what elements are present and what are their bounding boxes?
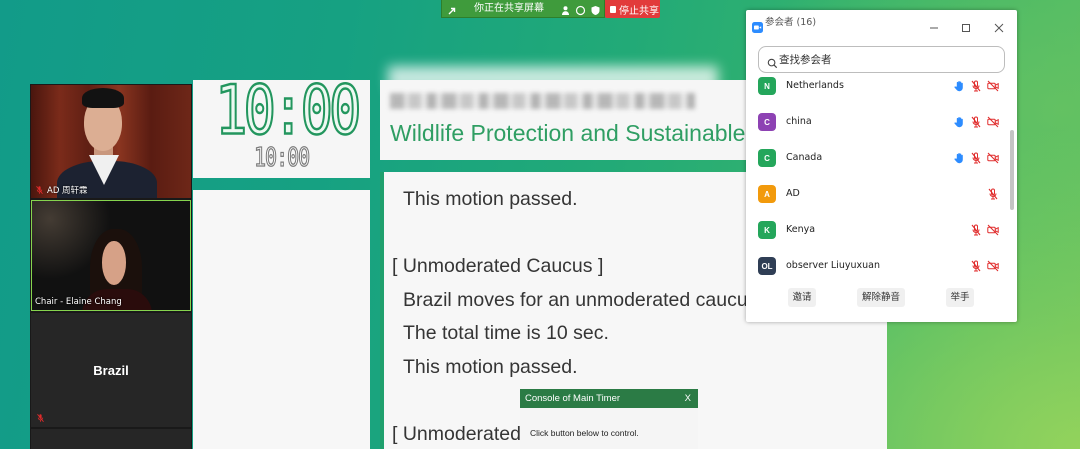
shield-icon[interactable] <box>590 3 601 15</box>
participant-status-icons <box>970 260 999 272</box>
share-icon[interactable] <box>447 3 458 15</box>
timer-main-display: 10:00 <box>214 80 363 150</box>
raised-hand-icon <box>953 80 965 92</box>
console-close-button[interactable]: X <box>685 389 691 408</box>
participant-name: china <box>786 116 812 127</box>
participant-status-icons <box>970 224 999 236</box>
participant-status-icons <box>953 152 999 164</box>
stop-share-button[interactable]: 停止共享 <box>605 0 660 18</box>
search-icon <box>767 54 778 73</box>
avatar: C <box>758 149 776 167</box>
raised-hand-icon <box>953 152 965 164</box>
console-hint-text: Click button below to control. <box>530 428 639 438</box>
participant-name: Netherlands <box>786 80 844 91</box>
video-tile-brazil[interactable]: Brazil <box>31 313 191 427</box>
raised-hand-icon <box>953 116 965 128</box>
invite-button[interactable]: 邀请 <box>788 288 816 307</box>
avatar: OL <box>758 257 776 275</box>
mic-muted-icon <box>35 185 44 195</box>
participant-name: Canada <box>786 152 823 163</box>
timer-console-window[interactable]: Console of Main Timer X Click button bel… <box>520 389 698 449</box>
panel-title: 参会者 (16) <box>765 17 817 28</box>
participant-face <box>102 241 126 285</box>
video-tile-chair[interactable]: Chair - Elaine Chang <box>31 200 191 311</box>
unmute-button[interactable]: 解除静音 <box>857 288 905 307</box>
document-line: This motion passed. <box>403 355 578 378</box>
participant-row[interactable]: K Kenya <box>746 212 1008 248</box>
participant-name: Chair - Elaine Chang <box>35 297 122 307</box>
video-off-icon[interactable] <box>987 224 999 236</box>
mic-muted-icon <box>36 410 45 427</box>
participant-status-icons <box>953 80 999 92</box>
participant-row[interactable]: C Canada <box>746 140 1008 176</box>
video-tile-label: Chair - Elaine Chang <box>35 297 122 307</box>
participant-name: AD 周轩霖 <box>47 186 88 196</box>
raise-hand-button[interactable]: 举手 <box>946 288 974 307</box>
share-status-text: 你正在共享屏幕 <box>474 3 544 14</box>
participant-name: Brazil <box>93 362 129 378</box>
timer-lower-panel <box>193 190 370 449</box>
info-icon[interactable] <box>575 3 586 16</box>
avatar: C <box>758 113 776 131</box>
console-title: Console of Main Timer <box>525 393 621 404</box>
participant-row[interactable]: C china <box>746 104 1008 140</box>
maximize-icon[interactable] <box>961 18 971 32</box>
timer-panel: 10:00 10:00 <box>193 80 370 178</box>
mic-muted-icon[interactable] <box>970 116 982 128</box>
document-heading: Wildlife Protection and Sustainable <box>390 120 746 146</box>
participant-row[interactable]: OL observer Liuyuxuan <box>746 248 1008 284</box>
screen-share-bar: 你正在共享屏幕 <box>441 0 605 18</box>
stop-icon <box>610 5 616 13</box>
participant-name: Kenya <box>786 224 816 235</box>
video-off-icon[interactable] <box>987 260 999 272</box>
video-off-icon[interactable] <box>987 152 999 164</box>
video-gallery: AD 周轩霖 Chair - Elaine Chang Brazil <box>30 84 192 449</box>
participant-row[interactable]: N Netherlands <box>746 68 1008 104</box>
stop-share-label: 停止共享 <box>619 5 659 17</box>
minimize-icon[interactable] <box>929 18 939 29</box>
video-tile[interactable] <box>31 429 191 449</box>
timer-secondary-display: 10:00 <box>253 141 310 173</box>
mic-muted-icon[interactable] <box>970 224 982 236</box>
video-off-icon[interactable] <box>987 80 999 92</box>
user-icon[interactable] <box>560 3 571 15</box>
video-off-icon[interactable] <box>987 116 999 128</box>
participant-hair <box>82 88 124 108</box>
participants-panel: 参会者 (16) N Netherlands C china <box>746 10 1017 322</box>
zoom-logo-icon <box>752 18 763 37</box>
participant-name: observer Liuyuxuan <box>786 260 881 271</box>
avatar: A <box>758 185 776 203</box>
search-input[interactable] <box>779 47 999 72</box>
video-tile-ad[interactable]: AD 周轩霖 <box>31 85 191 198</box>
video-tile-label: AD 周轩霖 <box>35 184 88 196</box>
mic-muted-icon[interactable] <box>987 188 999 200</box>
participant-list: N Netherlands C china C Canada A AD K Ke… <box>746 68 1008 284</box>
participant-status-icons <box>987 188 999 200</box>
mic-muted-icon[interactable] <box>970 80 982 92</box>
participant-name: AD <box>786 188 800 199</box>
blurred-title <box>390 93 695 109</box>
mic-muted-icon[interactable] <box>970 152 982 164</box>
participant-row[interactable]: A AD <box>746 176 1008 212</box>
document-line: The total time is 10 sec. <box>403 322 609 344</box>
mic-muted-icon[interactable] <box>970 260 982 272</box>
console-title-bar[interactable]: Console of Main Timer X <box>520 389 698 408</box>
avatar: K <box>758 221 776 239</box>
close-icon[interactable] <box>994 18 1004 33</box>
avatar: N <box>758 77 776 95</box>
participant-status-icons <box>953 116 999 128</box>
scrollbar-thumb[interactable] <box>1010 130 1014 210</box>
participant-search[interactable] <box>758 46 1005 73</box>
